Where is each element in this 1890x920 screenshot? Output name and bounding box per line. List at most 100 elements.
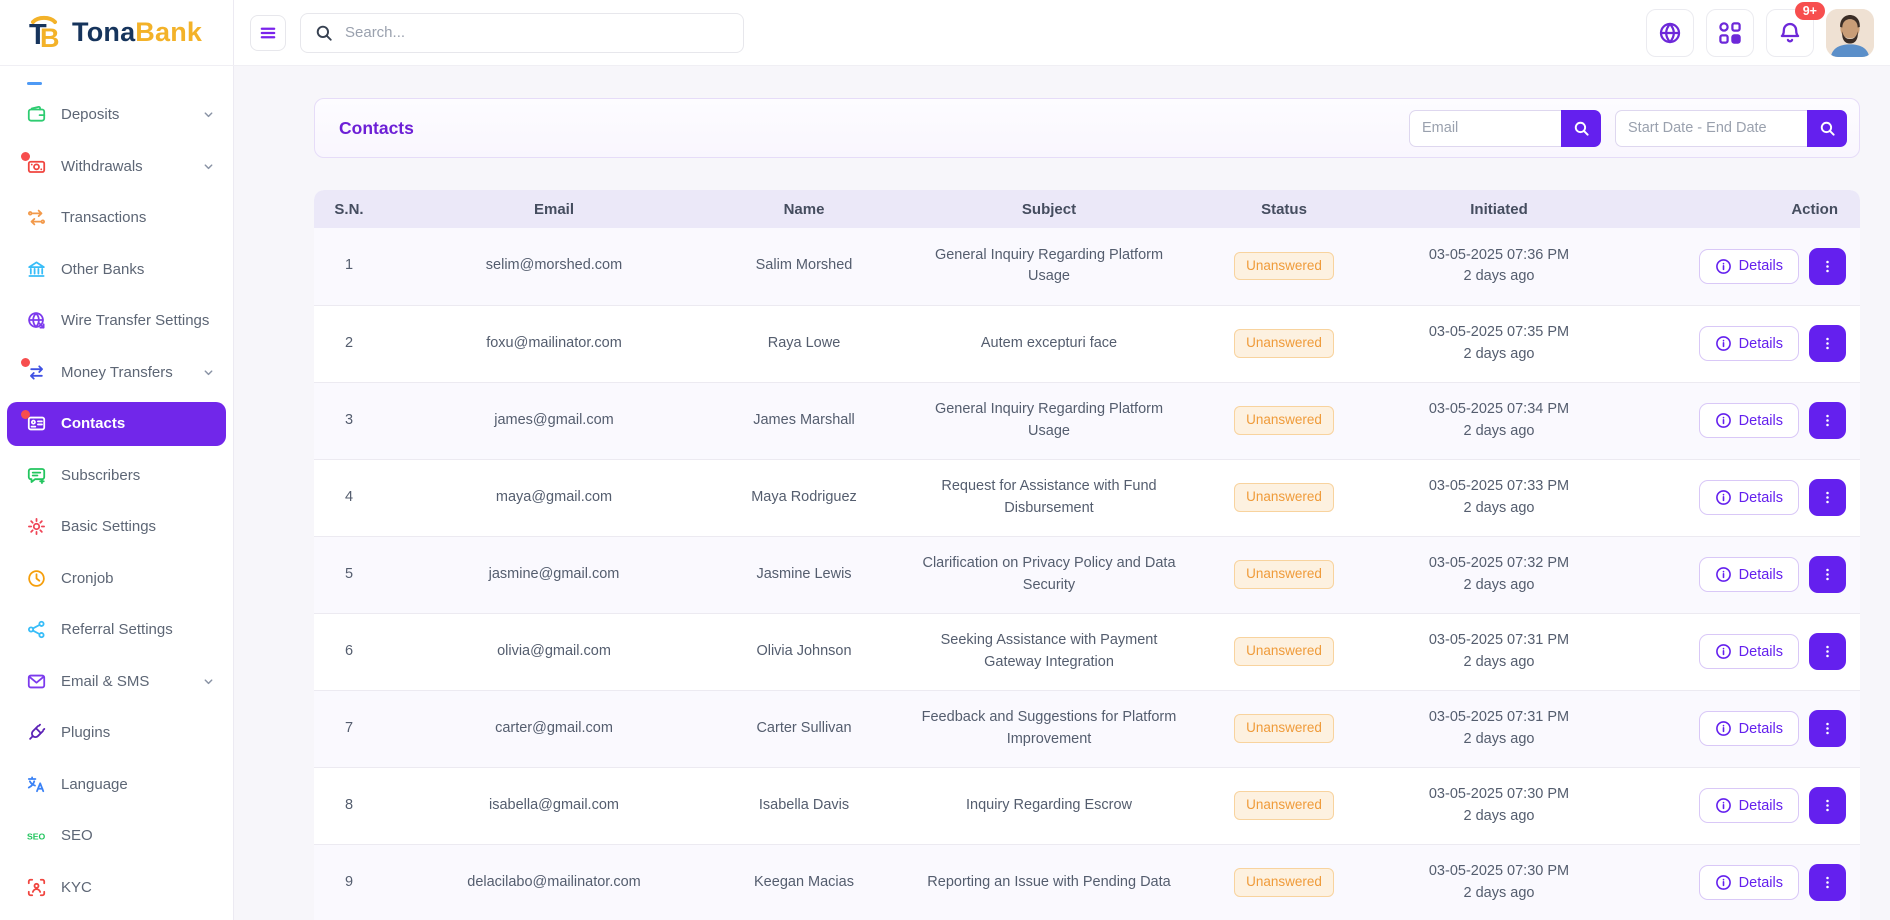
sidebar-item-cronjob[interactable]: Cronjob (7, 556, 226, 600)
details-button[interactable]: Details (1699, 249, 1799, 284)
column-header-action: Action (1644, 190, 1860, 228)
chat-plus-icon (26, 465, 46, 485)
bank-icon (26, 259, 46, 279)
apps-grid-icon (1718, 21, 1742, 45)
table-row: 3james@gmail.comJames MarshallGeneral In… (314, 382, 1860, 459)
sidebar-item-transactions[interactable]: Transactions (7, 196, 226, 240)
sidebar-item-other-banks[interactable]: Other Banks (7, 247, 226, 291)
column-header-email: Email (384, 190, 724, 228)
cell-initiated: 03-05-2025 07:30 PM2 days ago (1354, 767, 1644, 844)
cell-name: Maya Rodriguez (724, 459, 884, 536)
brand-name: TonaBank (72, 17, 202, 48)
email-filter-input[interactable] (1409, 110, 1561, 147)
sidebar-item-referral-settings[interactable]: Referral Settings (7, 608, 226, 652)
sidebar-item-seo[interactable]: SEOSEO (7, 814, 226, 858)
row-menu-button[interactable] (1809, 864, 1846, 901)
sidebar-item-label: Cronjob (61, 570, 114, 587)
sidebar-item-label: SEO (61, 827, 93, 844)
global-search-input[interactable] (343, 23, 729, 42)
cell-action: Details (1644, 305, 1860, 382)
cell-initiated: 03-05-2025 07:30 PM2 days ago (1354, 844, 1644, 920)
sidebar-item-label: Contacts (61, 415, 125, 432)
initiated-relative: 2 days ago (1364, 575, 1634, 597)
details-button[interactable]: Details (1699, 480, 1799, 515)
date-filter-search-button[interactable] (1807, 110, 1847, 147)
info-icon (1715, 412, 1732, 429)
details-button[interactable]: Details (1699, 711, 1799, 746)
details-button[interactable]: Details (1699, 326, 1799, 361)
kebab-icon (1820, 336, 1835, 351)
row-menu-button[interactable] (1809, 248, 1846, 285)
cell-sn: 8 (314, 767, 384, 844)
sidebar: Deposits Withdrawals Transactions Other Ban… (0, 66, 234, 920)
chevron-down-icon (203, 367, 214, 378)
sidebar-item-basic-settings[interactable]: Basic Settings (7, 505, 226, 549)
kyc-scan-icon (26, 877, 46, 897)
sidebar-item-plugins[interactable]: Plugins (7, 711, 226, 755)
row-menu-button[interactable] (1809, 787, 1846, 824)
status-badge: Unanswered (1234, 406, 1334, 434)
details-label: Details (1739, 258, 1783, 274)
info-icon (1715, 720, 1732, 737)
notification-dot (21, 358, 30, 367)
details-button[interactable]: Details (1699, 403, 1799, 438)
sidebar-item-email-sms[interactable]: Email & SMS (7, 659, 226, 703)
sidebar-item-label: Referral Settings (61, 621, 173, 638)
details-button[interactable]: Details (1699, 865, 1799, 900)
sidebar-item-withdrawals[interactable]: Withdrawals (7, 144, 226, 188)
sidebar-item-subscribers[interactable]: Subscribers (7, 453, 226, 497)
date-range-input[interactable] (1615, 110, 1807, 147)
globe-arrow-icon (26, 311, 46, 331)
cell-action: Details (1644, 690, 1860, 767)
page-header-card: Contacts (314, 98, 1860, 158)
transactions-icon (26, 208, 46, 228)
sidebar-item-contacts[interactable]: Contacts (7, 402, 226, 446)
sidebar-item-label: Deposits (61, 106, 119, 123)
sidebar-item-language[interactable]: Language (7, 762, 226, 806)
cell-subject: Autem excepturi face (884, 305, 1214, 382)
sidebar-item-money-transfers[interactable]: Money Transfers (7, 350, 226, 394)
info-icon (1715, 797, 1732, 814)
global-search (300, 13, 744, 53)
user-avatar[interactable] (1826, 9, 1874, 57)
sidebar-item-kyc[interactable]: KYC (7, 865, 226, 909)
kebab-icon (1820, 875, 1835, 890)
cell-email: isabella@gmail.com (384, 767, 724, 844)
search-icon (1819, 120, 1836, 137)
cell-email: olivia@gmail.com (384, 613, 724, 690)
clock-icon (26, 568, 46, 588)
row-menu-button[interactable] (1809, 325, 1846, 362)
column-header-status: Status (1214, 190, 1354, 228)
table-row: 6olivia@gmail.comOlivia JohnsonSeeking A… (314, 613, 1860, 690)
brand-logo[interactable]: B T TonaBank (0, 0, 234, 65)
cell-name: Isabella Davis (724, 767, 884, 844)
row-menu-button[interactable] (1809, 402, 1846, 439)
apps-grid-button[interactable] (1706, 9, 1754, 57)
row-menu-button[interactable] (1809, 479, 1846, 516)
row-menu-button[interactable] (1809, 710, 1846, 747)
initiated-date: 03-05-2025 07:30 PM (1364, 784, 1634, 806)
initiated-relative: 2 days ago (1364, 266, 1634, 288)
email-filter-search-button[interactable] (1561, 110, 1601, 147)
details-button[interactable]: Details (1699, 788, 1799, 823)
info-icon (1715, 566, 1732, 583)
sidebar-toggle-button[interactable] (250, 15, 286, 51)
chevron-down-icon (203, 161, 214, 172)
gear-icon (26, 517, 46, 537)
sidebar-item-label: Plugins (61, 724, 110, 741)
cell-status: Unanswered (1214, 844, 1354, 920)
row-menu-button[interactable] (1809, 633, 1846, 670)
details-label: Details (1739, 567, 1783, 583)
language-globe-button[interactable] (1646, 9, 1694, 57)
sidebar-item-label: KYC (61, 879, 92, 896)
notifications-button[interactable]: 9+ (1766, 9, 1814, 57)
details-button[interactable]: Details (1699, 557, 1799, 592)
row-menu-button[interactable] (1809, 556, 1846, 593)
cell-subject: General Inquiry Regarding Platform Usage (884, 382, 1214, 459)
details-button[interactable]: Details (1699, 634, 1799, 669)
cell-status: Unanswered (1214, 767, 1354, 844)
sidebar-item-wire-transfer-settings[interactable]: Wire Transfer Settings (7, 299, 226, 343)
sidebar-item-deposits[interactable]: Deposits (7, 93, 226, 137)
date-range-filter (1615, 110, 1847, 147)
cell-subject: Reporting an Issue with Pending Data (884, 844, 1214, 920)
